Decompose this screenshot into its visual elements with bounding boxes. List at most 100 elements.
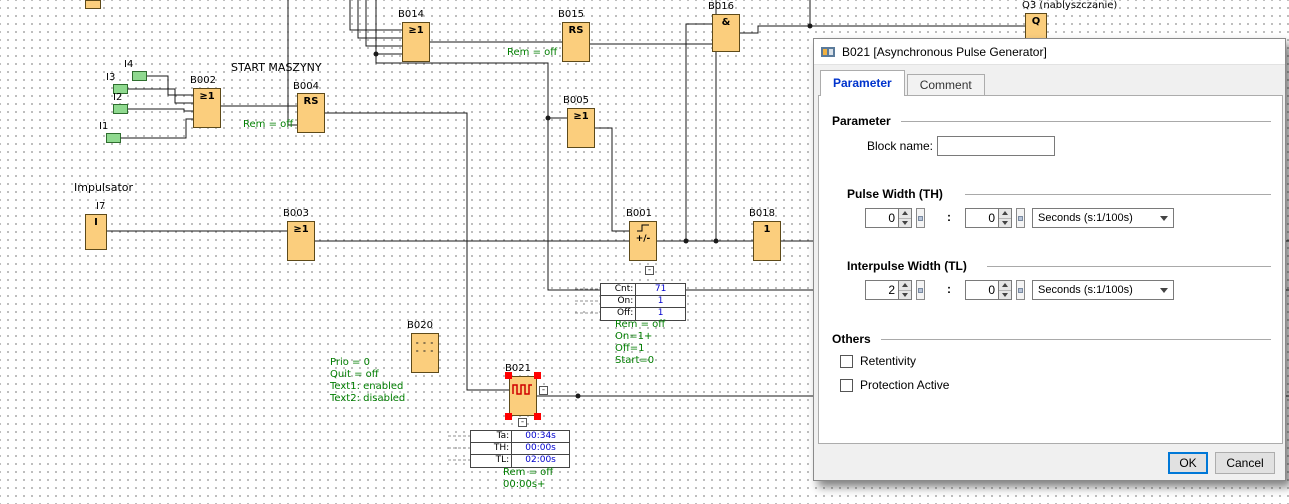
selection-handle[interactable] (505, 372, 512, 379)
group-separator (987, 266, 1271, 267)
block-I7[interactable]: I (85, 214, 107, 250)
protection-active-checkbox[interactable] (840, 378, 853, 392)
th-reference-control[interactable] (916, 208, 925, 228)
pulse-generator-dialog: B021 [Asynchronous Pulse Generator] Para… (813, 38, 1286, 481)
arrow-down-icon (902, 292, 908, 297)
note-rem-b015: Rem = off (507, 47, 558, 58)
spinner-value: 2 (865, 280, 899, 300)
tl-value-spinner[interactable]: 2 (865, 280, 912, 300)
th-unit-dropdown[interactable]: Seconds (s:1/100s) (1032, 208, 1174, 228)
input-connector-I2[interactable] (113, 104, 128, 114)
note-b021-params: Rem = off 00:00s+ (503, 467, 554, 490)
selection-handle[interactable] (534, 413, 541, 420)
block-label-B014: B014 (398, 9, 424, 20)
block-label-B004: B004 (293, 81, 319, 92)
collapse-icon[interactable]: - (645, 266, 654, 275)
block-B018[interactable]: 1 (753, 221, 781, 261)
retentivity-checkbox[interactable] (840, 354, 853, 368)
note-impulsator: Impulsator (74, 181, 134, 194)
block-B001[interactable]: +/- (629, 221, 657, 261)
cancel-button[interactable]: Cancel (1215, 452, 1275, 474)
pulse-waveform-icon (512, 384, 532, 395)
spinner-down-button[interactable] (999, 289, 1011, 300)
block-name-label: Block name: (866, 139, 933, 153)
tab-comment[interactable]: Comment (906, 74, 985, 96)
slider-handle (918, 288, 923, 293)
note-start-maszyny: START MASZYNY (231, 61, 322, 74)
param-row: TL: 02:00s (471, 455, 569, 467)
collapse-icon[interactable]: - (518, 418, 527, 427)
arrow-up-icon (1002, 211, 1008, 216)
tl-subvalue-spinner[interactable]: 0 (965, 280, 1012, 300)
block-symbol: Q (1031, 16, 1041, 27)
slider-handle (918, 216, 923, 221)
block-B002[interactable]: ≥1 (193, 88, 221, 128)
spinner-up-button[interactable] (899, 209, 911, 218)
block-B020[interactable]: - - -- - - (411, 333, 439, 373)
input-connector-I4[interactable] (132, 71, 147, 81)
spinner-value: 0 (965, 208, 999, 228)
dialog-title: B021 [Asynchronous Pulse Generator] (842, 44, 1047, 59)
th-subvalue-spinner[interactable]: 0 (965, 208, 1012, 228)
block-name-input[interactable] (937, 136, 1055, 156)
block-symbol: RS (568, 25, 584, 36)
note-rem-b004: Rem = off (243, 119, 294, 130)
arrow-up-icon (1002, 283, 1008, 288)
block-Q3[interactable]: Q (1025, 13, 1047, 39)
tab-bar: Parameter Comment (820, 70, 987, 96)
input-label-I4: I4 (124, 59, 134, 70)
input-connector-I1[interactable] (106, 133, 121, 143)
dropdown-value: Seconds (s:1/100s) (1038, 284, 1133, 296)
block-symbol: & (721, 17, 731, 28)
group-title-parameter: Parameter (832, 114, 891, 128)
time-colon: : (947, 210, 951, 224)
selection-handle[interactable] (505, 413, 512, 420)
collapse-icon[interactable]: - (539, 386, 548, 395)
block-label-I7: I7 (96, 201, 106, 212)
spinner-down-button[interactable] (899, 289, 911, 300)
param-row: Cnt: 71 (601, 284, 685, 296)
th-value-spinner[interactable]: 0 (865, 208, 912, 228)
block-symbol: ≥1 (408, 25, 424, 36)
ok-button[interactable]: OK (1168, 452, 1208, 474)
spinner-up-button[interactable] (899, 281, 911, 290)
spinner-up-button[interactable] (999, 209, 1011, 218)
time-colon: : (947, 282, 951, 296)
block-B003[interactable]: ≥1 (287, 221, 315, 261)
input-label-I2: I2 (113, 92, 123, 103)
checkbox-label: Retentivity (860, 354, 917, 368)
arrow-down-icon (1002, 220, 1008, 225)
block-B014[interactable]: ≥1 (402, 22, 430, 62)
spinner-down-button[interactable] (999, 217, 1011, 228)
block-symbol: ≥1 (573, 111, 589, 122)
tl-reference-control-2[interactable] (1016, 280, 1025, 300)
block-B021[interactable] (509, 376, 537, 416)
group-separator (965, 194, 1271, 195)
chevron-down-icon (1160, 287, 1168, 293)
th-reference-control-2[interactable] (1016, 208, 1025, 228)
block-label-B001: B001 (626, 208, 652, 219)
block-B016[interactable]: & (712, 14, 740, 52)
param-value: 00:00s (512, 443, 569, 454)
block-partial[interactable] (85, 0, 101, 9)
spinner-up-button[interactable] (999, 281, 1011, 290)
tab-parameter[interactable]: Parameter (820, 70, 905, 96)
note-b001-params: Rem = off On=1+ Off=1 Start=0 (615, 319, 666, 366)
b001-param-table[interactable]: Cnt: 71 On: 1 Off: 1 (600, 283, 686, 321)
b021-param-table[interactable]: Ta: 00:34s TH: 00:00s TL: 02:00s (470, 430, 570, 468)
tl-unit-dropdown[interactable]: Seconds (s:1/100s) (1032, 280, 1174, 300)
spinner-down-button[interactable] (899, 217, 911, 228)
selection-handle[interactable] (534, 372, 541, 379)
arrow-down-icon (1002, 292, 1008, 297)
block-B015[interactable]: RS (562, 22, 590, 62)
checkbox-label: Protection Active (860, 378, 950, 392)
tl-reference-control[interactable] (916, 280, 925, 300)
param-key: Cnt: (601, 284, 637, 295)
block-B004[interactable]: RS (297, 93, 325, 133)
param-row: TH: 00:00s (471, 443, 569, 455)
group-title-pulse-width: Pulse Width (TH) (847, 187, 943, 201)
block-B005[interactable]: ≥1 (567, 108, 595, 148)
param-key: Ta: (471, 431, 513, 442)
param-key: TH: (471, 443, 513, 454)
dialog-titlebar[interactable]: B021 [Asynchronous Pulse Generator] (814, 39, 1285, 65)
